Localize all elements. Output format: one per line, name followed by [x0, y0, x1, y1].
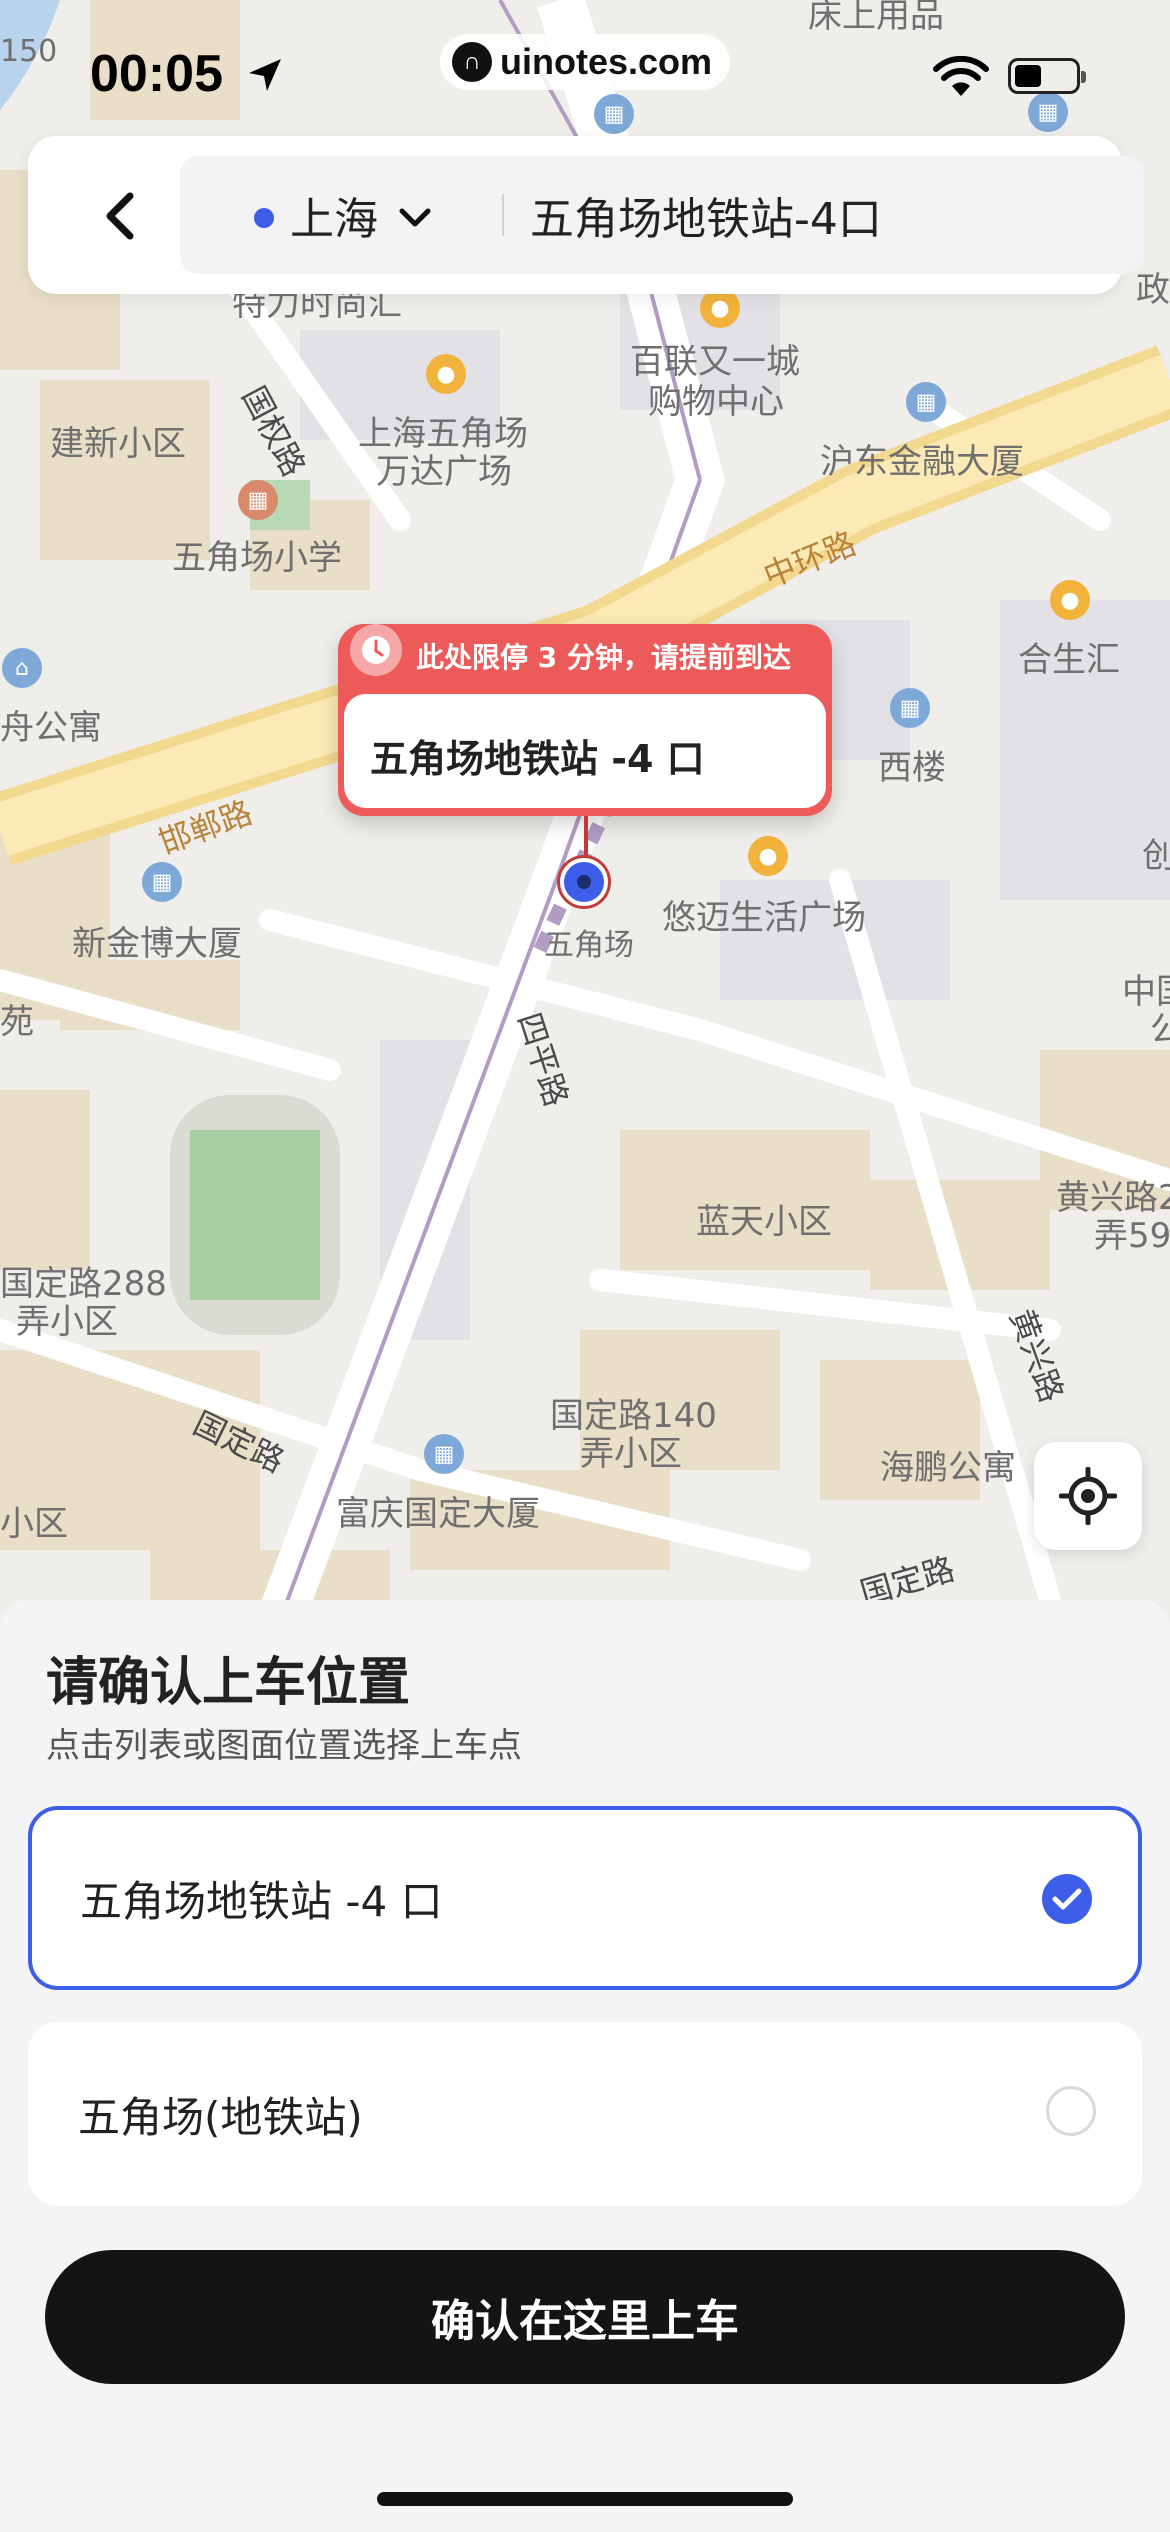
- shopping-poi-icon[interactable]: ●: [700, 288, 740, 328]
- pickup-callout[interactable]: 此处限停 3 分钟，请提前到达 五角场地铁站 -4 口: [338, 624, 832, 816]
- watermark-text: uinotes.com: [500, 41, 713, 82]
- map-label: 富庆国定大厦: [336, 1494, 540, 1534]
- map-label: 公: [1150, 1010, 1170, 1050]
- map-label: 悠迈生活广场: [662, 898, 866, 938]
- back-button[interactable]: [80, 176, 160, 256]
- map-label: 政: [1136, 270, 1170, 310]
- building-poi-icon[interactable]: ▦: [890, 688, 930, 728]
- building-poi-icon[interactable]: ▦: [142, 862, 182, 902]
- location-arrow-icon: [249, 59, 281, 91]
- map-label: 西楼: [878, 748, 946, 788]
- pickup-pin-icon[interactable]: [560, 858, 608, 906]
- pickup-option-selected[interactable]: 五角场地铁站 -4 口: [28, 1806, 1142, 1990]
- pickup-sheet: 请确认上车位置 点击列表或图面位置选择上车点 五角场地铁站 -4 口 五角场(地…: [0, 1600, 1170, 2532]
- map-label: 上海五角场: [358, 414, 528, 454]
- map-label: 百联又一城: [630, 342, 800, 382]
- map-label: 苑: [0, 1002, 34, 1042]
- map-label: 合生汇: [1018, 640, 1120, 680]
- map-label: 中国: [1122, 972, 1170, 1012]
- map-label: 万达广场: [376, 452, 512, 492]
- map-label: 弄59: [1094, 1216, 1170, 1256]
- map-label: 购物中心: [648, 382, 784, 422]
- pickup-option-label: 五角场地铁站 -4 口: [80, 1876, 443, 1926]
- map-label: 黄兴路2: [1056, 1178, 1170, 1218]
- chevron-down-icon: [399, 208, 431, 227]
- map-label: 弄小区: [580, 1434, 682, 1474]
- sheet-subtitle: 点击列表或图面位置选择上车点: [46, 1726, 522, 1766]
- shopping-poi-icon[interactable]: ●: [1050, 580, 1090, 620]
- wifi-icon: [933, 56, 989, 96]
- map-label: 五角场: [544, 928, 634, 963]
- clock-icon: [350, 624, 402, 676]
- map-label: 海鹏公寓: [880, 1448, 1016, 1488]
- radio-empty-icon: [1046, 2086, 1096, 2136]
- map-label: 舟公寓: [0, 708, 102, 748]
- pickup-option-label: 五角场(地铁站): [78, 2092, 363, 2142]
- map-label: 五角场小学: [172, 538, 342, 578]
- school-poi-icon[interactable]: ▦: [238, 480, 278, 520]
- map-label: 蓝天小区: [696, 1202, 832, 1242]
- shopping-poi-icon[interactable]: ●: [426, 354, 466, 394]
- search-box: 上海: [180, 156, 1144, 274]
- divider: [502, 194, 504, 236]
- watermark-badge: ∩ uinotes.com: [440, 34, 731, 90]
- locate-me-button[interactable]: [1034, 1442, 1142, 1550]
- status-time: 00:05: [90, 45, 223, 103]
- building-poi-icon[interactable]: ▦: [906, 382, 946, 422]
- callout-body: 五角场地铁站 -4 口: [344, 694, 826, 808]
- confirm-pickup-button[interactable]: 确认在这里上车: [45, 2250, 1125, 2384]
- map-label: 沪东金融大厦: [820, 442, 1024, 482]
- map-label: 小区: [0, 1504, 68, 1544]
- shopping-poi-icon[interactable]: ●: [748, 836, 788, 876]
- watermark-logo-icon: ∩: [452, 42, 492, 82]
- destination-input[interactable]: [530, 156, 1090, 274]
- city-name: 上海: [290, 194, 378, 245]
- city-selector[interactable]: 上海: [280, 156, 442, 274]
- chevron-left-icon: [106, 192, 134, 240]
- home-poi-icon[interactable]: ⌂: [2, 648, 42, 688]
- parking-limit-notice: 此处限停 3 分钟，请提前到达: [416, 641, 791, 674]
- map-label: 国定路288: [0, 1264, 167, 1304]
- crosshair-icon: [1059, 1467, 1117, 1525]
- check-circle-icon: [1042, 1874, 1092, 1924]
- map-label: 弄小区: [16, 1302, 118, 1342]
- sheet-title: 请确认上车位置: [46, 1653, 411, 1713]
- status-bar: 00:05 ∩ uinotes.com: [0, 0, 1170, 140]
- pickup-option[interactable]: 五角场(地铁站): [28, 2022, 1142, 2206]
- map-label: 国定路140: [550, 1396, 717, 1436]
- building-poi-icon[interactable]: ▦: [424, 1434, 464, 1474]
- callout-location-name: 五角场地铁站 -4 口: [370, 737, 705, 781]
- map-label: 创: [1142, 836, 1170, 876]
- map-label: 新金博大厦: [72, 924, 242, 964]
- city-dot-icon: [254, 208, 274, 228]
- search-header: 上海: [28, 136, 1144, 294]
- battery-icon: [1008, 58, 1086, 94]
- map-label: 建新小区: [50, 424, 186, 464]
- home-indicator: [377, 2492, 793, 2506]
